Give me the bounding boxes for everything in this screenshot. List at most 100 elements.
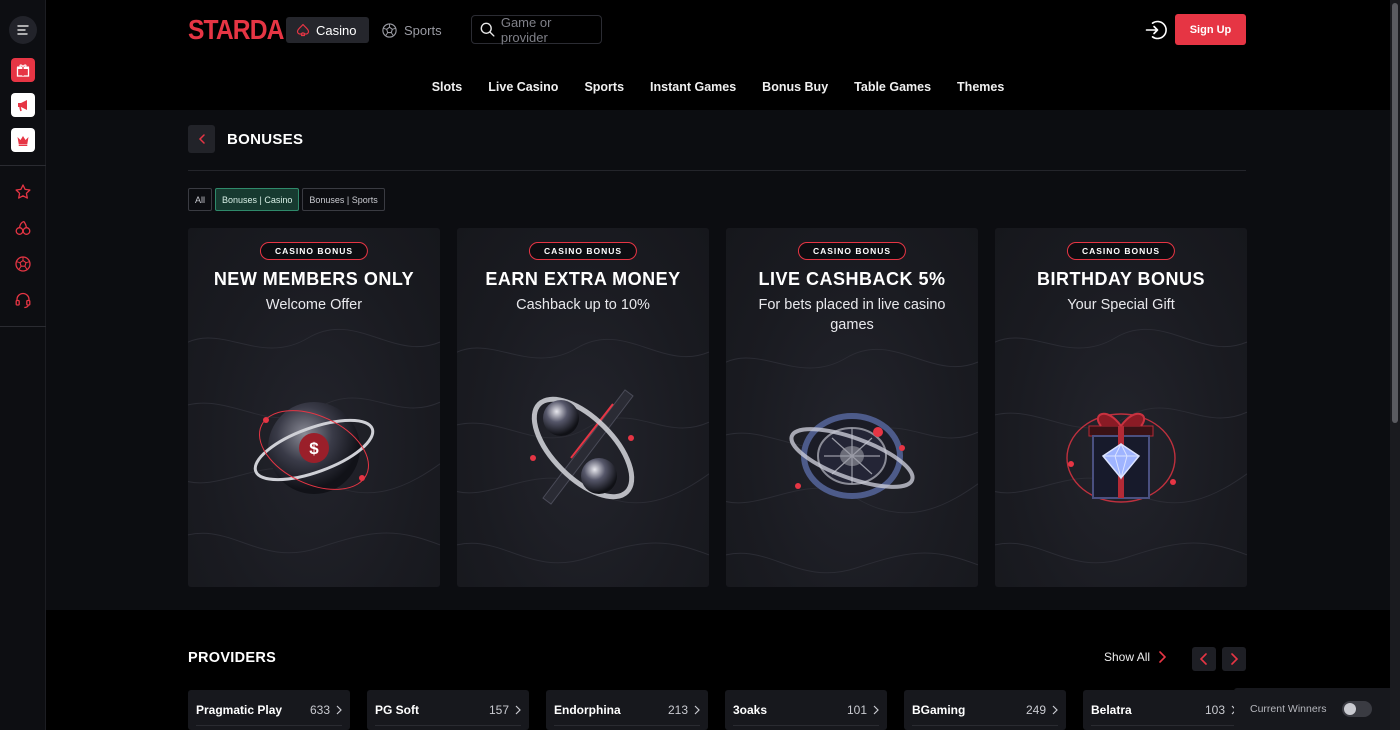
chevron-left-icon — [198, 134, 205, 144]
bonus-badge: CASINO BONUS — [259, 242, 369, 260]
provider-bgaming[interactable]: BGaming 249 — [904, 690, 1066, 730]
bonus-card-live-cashback[interactable]: CASINO BONUS LIVE CASHBACK 5% For bets p… — [726, 228, 978, 587]
provider-pg-soft[interactable]: PG Soft 157 — [367, 690, 529, 730]
bonus-badge: CASINO BONUS — [1066, 242, 1176, 260]
provider-3oaks[interactable]: 3oaks 101 — [725, 690, 887, 730]
chevron-right-icon — [694, 705, 700, 715]
spade-icon — [296, 23, 310, 37]
bonus-card-birthday[interactable]: CASINO BONUS BIRTHDAY BONUS Your Special… — [995, 228, 1247, 587]
bonus-subtitle: Welcome Offer — [265, 297, 363, 313]
show-all-label: Show All — [1104, 650, 1151, 664]
provider-name: Pragmatic Play — [196, 703, 283, 717]
nav-sports[interactable]: Sports — [571, 72, 637, 102]
sports-button[interactable] — [12, 253, 34, 275]
favorites-button[interactable] — [12, 181, 34, 203]
provider-count: 101 — [846, 703, 867, 717]
providers-list: Pragmatic Play 633 PG Soft 157 Endorphin… — [188, 690, 1245, 730]
current-winners-panel: Current Winners — [1234, 688, 1390, 730]
provider-count: 633 — [309, 703, 330, 717]
provider-count: 249 — [1025, 703, 1046, 717]
gift-box-icon — [1066, 413, 1176, 503]
sign-up-button[interactable]: Sign Up — [1175, 14, 1246, 45]
search-input[interactable]: Game or provider — [471, 14, 602, 45]
provider-name: PG Soft — [375, 703, 419, 717]
roulette-wheel-icon — [789, 413, 915, 499]
starda-logo[interactable]: STARDA — [188, 14, 284, 46]
chevron-right-icon — [1231, 653, 1238, 665]
providers-title: PROVIDERS — [188, 650, 277, 666]
bonus-subtitle: Your Special Gift — [1067, 297, 1175, 313]
top-header: STARDA Casino Sports Game or provider Si… — [46, 0, 1390, 60]
gift-button[interactable] — [11, 58, 35, 82]
providers-prev-button[interactable] — [1192, 647, 1216, 671]
slots-button[interactable] — [12, 217, 34, 239]
megaphone-icon — [18, 100, 27, 112]
bonus-cards: CASINO BONUS NEW MEMBERS ONLY Welcome Of… — [188, 228, 1247, 587]
headset-icon — [15, 292, 31, 309]
provider-name: 3oaks — [733, 703, 768, 717]
back-button[interactable] — [188, 125, 215, 153]
bonus-card-cashback[interactable]: CASINO BONUS EARN EXTRA MONEY Cashback u… — [457, 228, 709, 587]
provider-pragmatic-play[interactable]: Pragmatic Play 633 — [188, 690, 350, 730]
bonus-title: LIVE CASHBACK 5% — [758, 269, 946, 289]
filter-bonuses-casino[interactable]: Bonuses | Casino — [215, 188, 300, 211]
current-winners-toggle[interactable] — [1342, 701, 1373, 717]
provider-name: Belatra — [1091, 703, 1132, 717]
nav-table-games[interactable]: Table Games — [841, 72, 944, 102]
filter-bonuses-sports[interactable]: Bonuses | Sports — [302, 188, 385, 211]
tab-sports[interactable]: Sports — [381, 17, 442, 43]
bonuses-section: BONUSES All Bonuses | Casino Bonuses | S… — [46, 110, 1390, 610]
menu-button[interactable] — [9, 16, 37, 44]
chevron-right-icon — [873, 705, 879, 715]
support-button[interactable] — [12, 289, 34, 311]
provider-count: 213 — [667, 703, 688, 717]
nav-live-casino[interactable]: Live Casino — [475, 72, 571, 102]
chevron-right-icon — [515, 705, 521, 715]
provider-endorphina[interactable]: Endorphina 213 — [546, 690, 708, 730]
soccer-ball-icon — [15, 256, 31, 272]
cherries-icon — [15, 220, 31, 235]
promotions-button[interactable] — [11, 93, 35, 117]
divider — [188, 170, 1246, 171]
bonus-title: BIRTHDAY BONUS — [1036, 269, 1206, 289]
nav-bonus-buy[interactable]: Bonus Buy — [749, 72, 841, 102]
tab-casino-label: Casino — [316, 22, 357, 38]
chevron-right-icon — [1052, 705, 1058, 715]
bonus-subtitle: Cashback up to 10% — [516, 297, 650, 313]
bonus-title: NEW MEMBERS ONLY — [213, 269, 415, 289]
search-placeholder: Game or provider — [500, 14, 552, 45]
tab-casino[interactable]: Casino — [286, 17, 369, 43]
nav-instant-games[interactable]: Instant Games — [637, 72, 749, 102]
tab-sports-label: Sports — [404, 22, 442, 38]
bonus-card-new-members[interactable]: CASINO BONUS NEW MEMBERS ONLY Welcome Of… — [188, 228, 440, 587]
filter-all[interactable]: All — [188, 188, 213, 211]
svg-text:$: $ — [309, 439, 319, 458]
chevron-right-icon — [1159, 651, 1167, 663]
scrollbar-thumb[interactable] — [1392, 3, 1398, 423]
page-scrollbar[interactable] — [1390, 0, 1400, 730]
provider-count: 103 — [1204, 703, 1225, 717]
login-button[interactable] — [1144, 18, 1168, 42]
page-title-row: BONUSES — [188, 125, 303, 153]
bonus-subtitle: For bets placed in live casino games — [758, 297, 946, 333]
search-icon — [480, 22, 495, 37]
crown-icon — [17, 136, 29, 146]
nav-themes[interactable]: Themes — [944, 72, 1017, 102]
bonus-filters: All Bonuses | Casino Bonuses | Sports — [188, 188, 385, 211]
star-icon — [15, 184, 31, 199]
providers-section: PROVIDERS Show All Pragmatic Play 633 PG… — [46, 610, 1390, 730]
current-winners-label: Current Winners — [1250, 703, 1327, 715]
soccer-ball-icon — [382, 22, 397, 38]
cashback-spheres-icon — [530, 389, 635, 505]
provider-name: Endorphina — [554, 703, 621, 717]
login-icon — [1145, 20, 1167, 40]
nav-slots[interactable]: Slots — [419, 72, 476, 102]
deposit-sphere-icon: $ — [253, 402, 375, 494]
vip-button[interactable] — [11, 128, 35, 152]
show-all-link[interactable]: Show All — [1104, 650, 1167, 664]
provider-belatra[interactable]: Belatra 103 — [1083, 690, 1245, 730]
left-rail — [0, 0, 46, 730]
category-nav: Slots Live Casino Sports Instant Games B… — [46, 72, 1390, 102]
providers-next-button[interactable] — [1222, 647, 1246, 671]
page-title: BONUSES — [227, 130, 304, 148]
